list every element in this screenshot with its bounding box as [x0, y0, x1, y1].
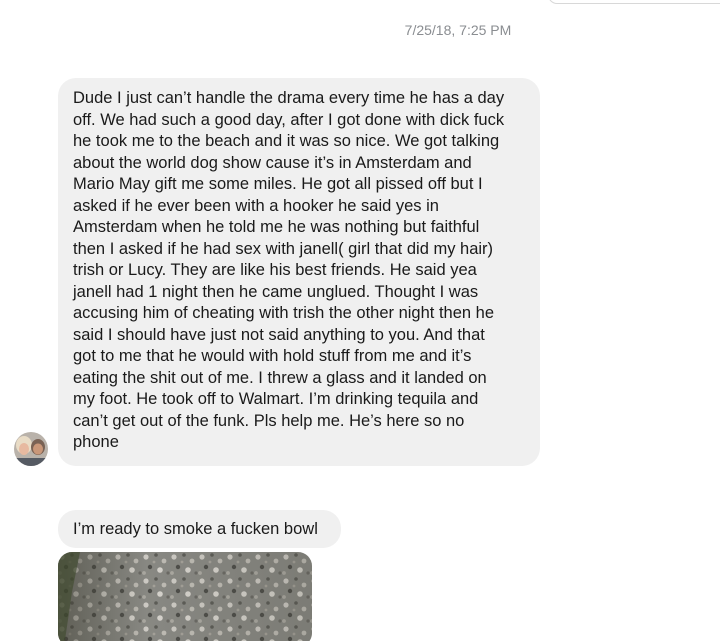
message-bubble[interactable]: Dude I just can’t handle the drama every… — [58, 78, 540, 466]
message-text: Dude I just can’t handle the drama every… — [73, 89, 505, 451]
message-bubble[interactable]: I’m ready to smoke a fucken bowl — [58, 510, 341, 548]
photo-gravel-icon — [58, 552, 312, 641]
avatar-photo-icon — [14, 432, 48, 466]
message-text: I’m ready to smoke a fucken bowl — [73, 520, 318, 538]
photo-attachment[interactable] — [58, 552, 312, 641]
sender-avatar[interactable] — [14, 432, 48, 466]
previous-message-bubble-edge — [548, 0, 720, 4]
message-timestamp: 7/25/18, 7:25 PM — [404, 22, 512, 38]
